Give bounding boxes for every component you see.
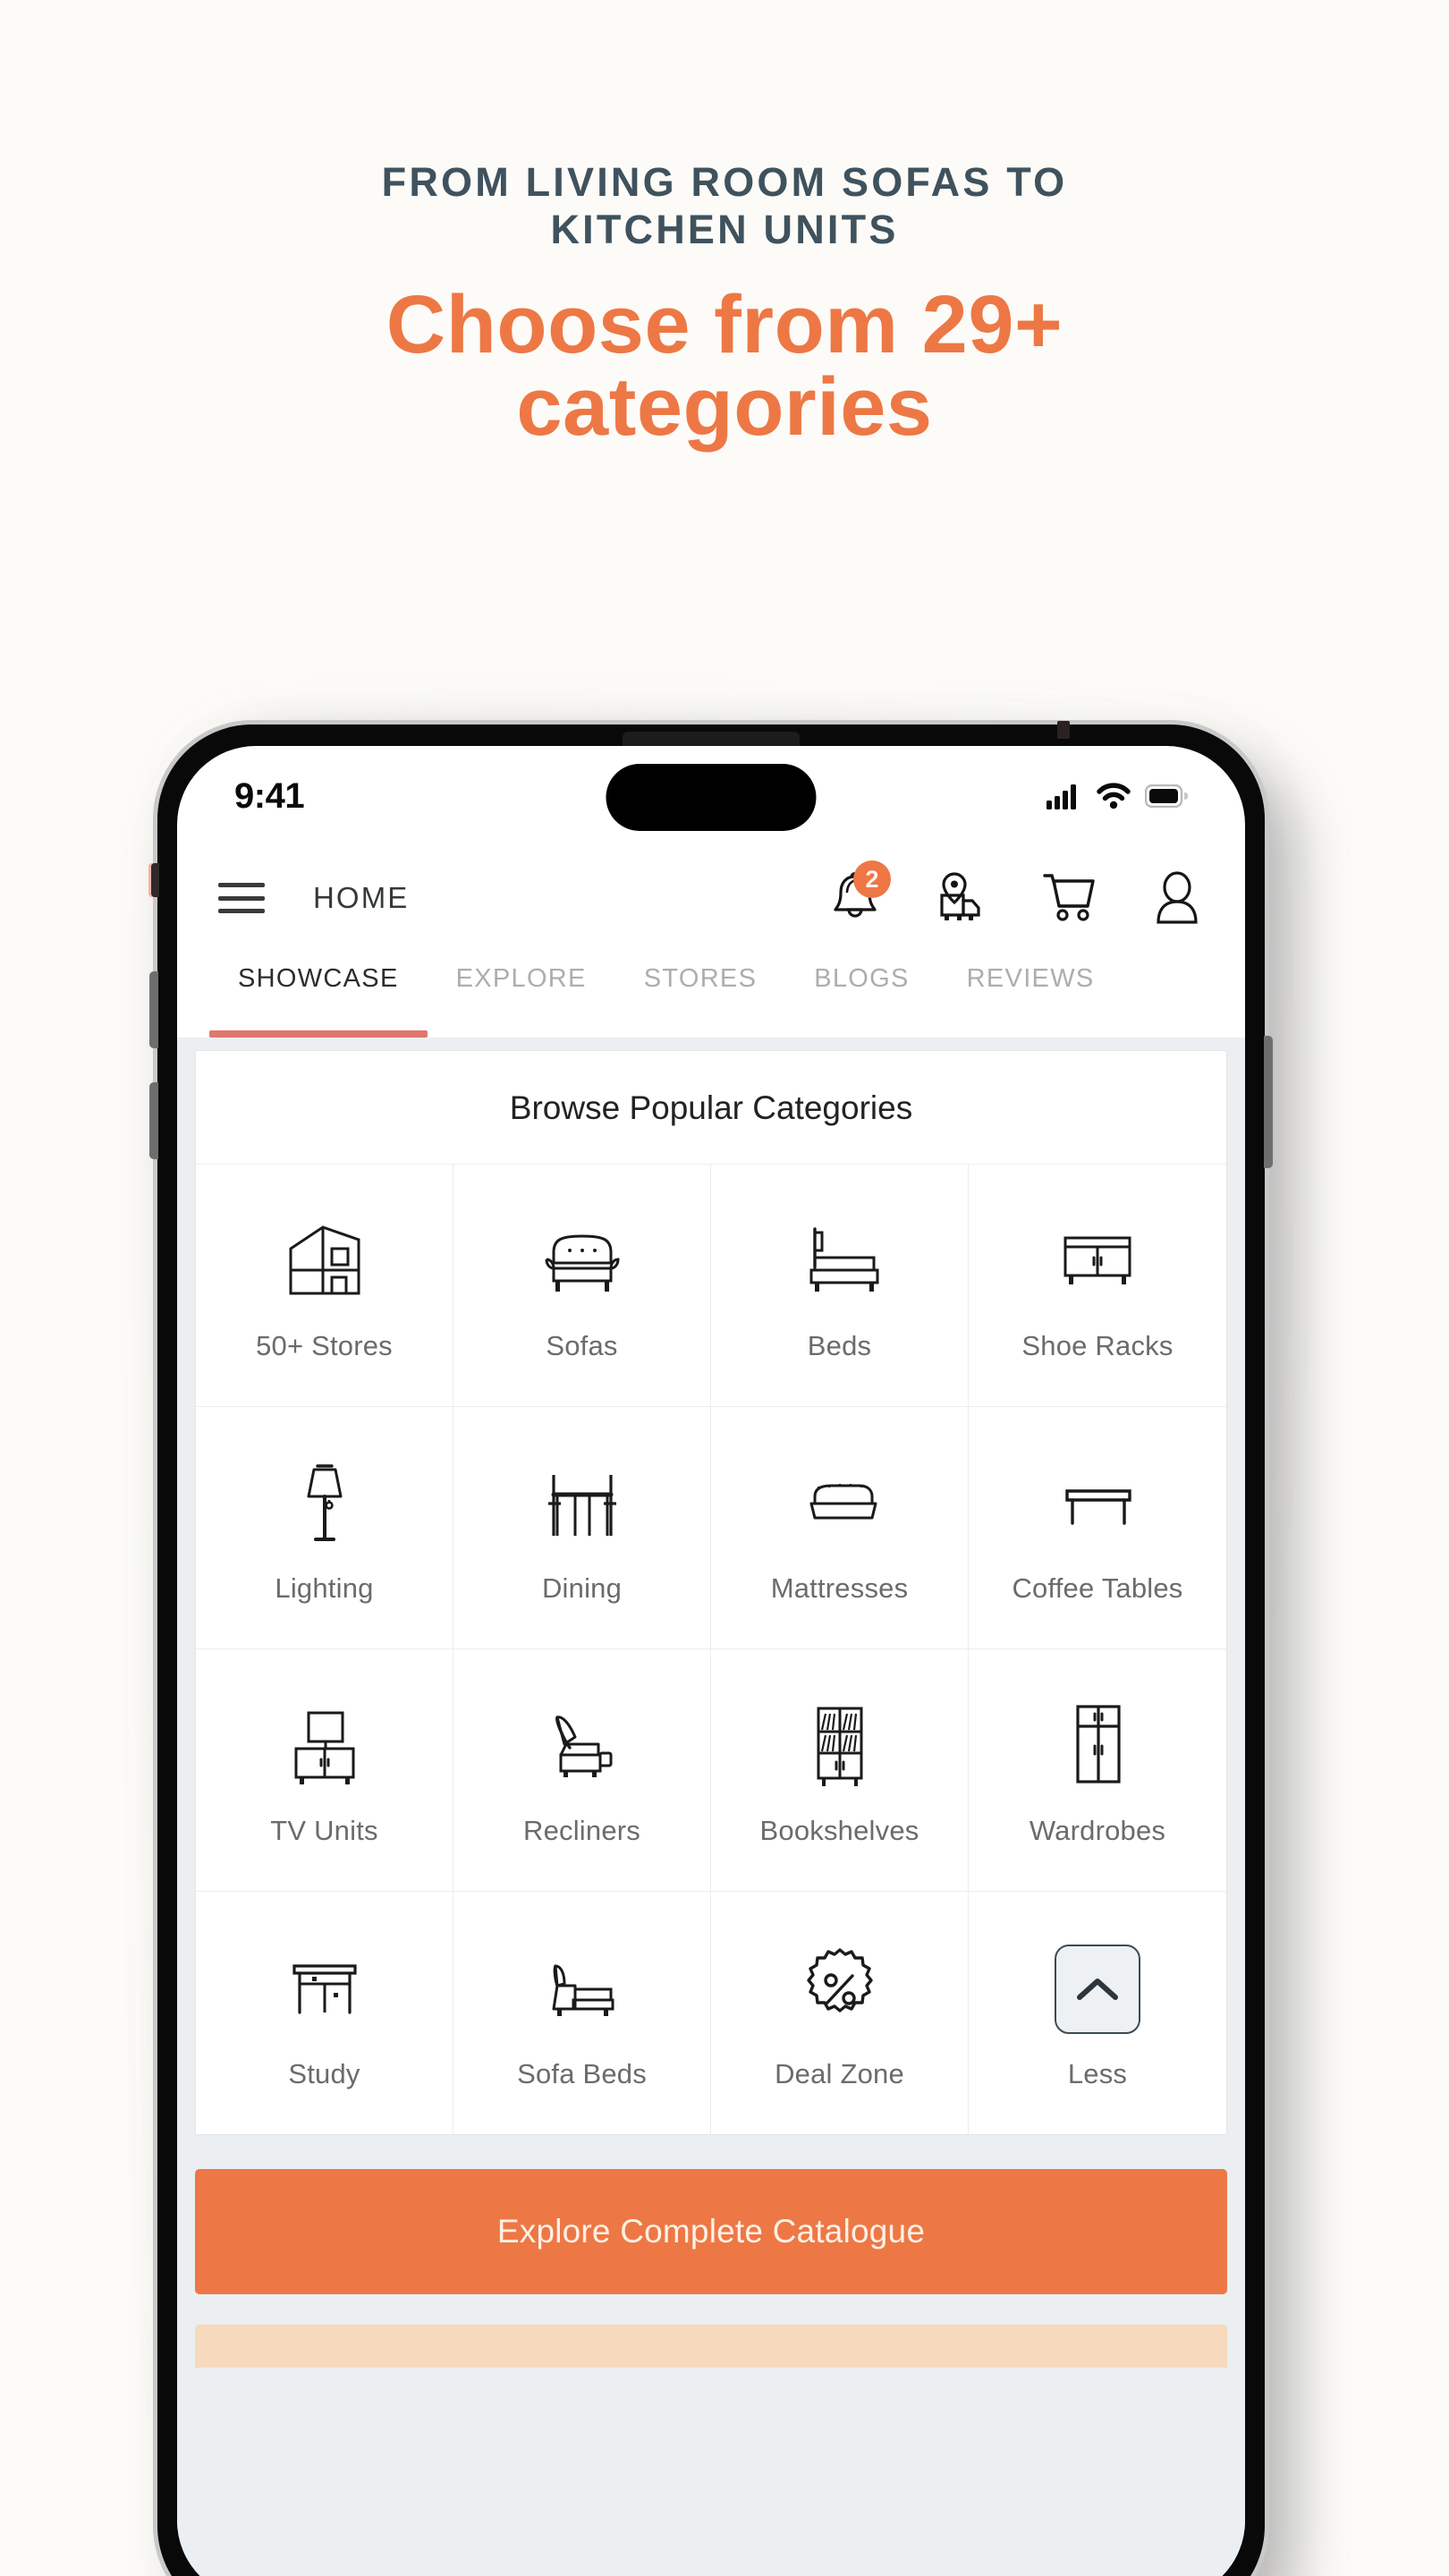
category-label: Sofas (546, 1330, 618, 1361)
category-label: Sofa Beds (517, 2057, 647, 2089)
phone-screen: 9:41 HOME 2 SHOWCASE EXPLORE STORES BLOG… (177, 746, 1245, 2576)
category-cell-study[interactable]: Study (196, 1892, 453, 2134)
category-cell-shoe-racks[interactable]: Shoe Racks (969, 1165, 1226, 1407)
wifi-icon (1097, 783, 1131, 809)
headline-line-2: categories (516, 361, 933, 453)
volume-up-button[interactable] (149, 971, 158, 1048)
category-label: Coffee Tables (1012, 1572, 1183, 1604)
bed-icon (792, 1208, 888, 1314)
tab-reviews[interactable]: REVIEWS (938, 955, 1123, 1038)
status-bar: 9:41 (177, 746, 1245, 846)
tab-showcase[interactable]: SHOWCASE (209, 955, 428, 1038)
silent-switch[interactable] (151, 863, 159, 897)
shoe-rack-cabinet-icon (1049, 1208, 1146, 1314)
study-desk-icon (276, 1936, 373, 2042)
store-building-icon (276, 1208, 373, 1314)
tab-blogs[interactable]: BLOGS (785, 955, 937, 1038)
eyebrow-text: FROM LIVING ROOM SOFAS TO KITCHEN UNITS (98, 159, 1351, 253)
app-header: HOME 2 (177, 846, 1245, 950)
track-order-button[interactable] (934, 869, 991, 927)
cart-button[interactable] (1041, 869, 1098, 927)
category-label: Mattresses (770, 1572, 909, 1604)
notifications-button[interactable]: 2 (826, 860, 891, 927)
category-cell-tv-units[interactable]: TV Units (196, 1649, 453, 1892)
category-cell-dining[interactable]: Dining (453, 1407, 711, 1649)
header-actions: 2 (826, 860, 1206, 927)
wardrobe-icon (1049, 1693, 1146, 1799)
battery-icon (1145, 784, 1188, 808)
promo-page: FROM LIVING ROOM SOFAS TO KITCHEN UNITS … (0, 0, 1449, 2576)
power-button[interactable] (1264, 1036, 1273, 1168)
sofa-bed-icon (534, 1936, 631, 2042)
category-label: Wardrobes (1029, 1815, 1166, 1846)
category-label: Recliners (522, 1815, 640, 1846)
coffee-table-icon (1049, 1451, 1146, 1556)
notification-badge: 2 (853, 860, 891, 898)
account-button[interactable] (1148, 869, 1206, 927)
popular-categories-card: Browse Popular Categories 50+ Stores Sof… (195, 1050, 1227, 2135)
category-label: Study (288, 2057, 360, 2089)
category-label: 50+ Stores (256, 1330, 393, 1361)
antenna-band (1057, 721, 1070, 739)
explore-catalogue-button[interactable]: Explore Complete Catalogue (195, 2169, 1227, 2294)
category-label: TV Units (270, 1815, 378, 1846)
marketing-headline: FROM LIVING ROOM SOFAS TO KITCHEN UNITS … (98, 159, 1351, 448)
bookshelf-icon (792, 1693, 888, 1799)
percent-badge-icon (793, 1936, 886, 2042)
status-time: 9:41 (234, 775, 305, 816)
phone-device-frame: 9:41 HOME 2 SHOWCASE EXPLORE STORES BLOG… (149, 721, 1273, 2576)
category-grid: 50+ Stores Sofas Beds Shoe Racks Lightin… (196, 1165, 1226, 2134)
dynamic-island (606, 764, 817, 831)
headline-text: Choose from 29+ categories (98, 284, 1351, 448)
less-toggle-button[interactable] (1055, 1936, 1140, 2042)
tab-stores[interactable]: STORES (615, 955, 786, 1038)
volume-down-button[interactable] (149, 1082, 158, 1159)
shopping-cart-icon (1041, 870, 1098, 926)
tab-explore[interactable]: EXPLORE (428, 955, 615, 1038)
tv-unit-icon (276, 1693, 373, 1799)
category-cell-coffee-tables[interactable]: Coffee Tables (969, 1407, 1226, 1649)
dining-table-icon (534, 1451, 631, 1556)
category-cell-wardrobes[interactable]: Wardrobes (969, 1649, 1226, 1892)
category-label: Bookshelves (759, 1815, 919, 1846)
category-cell-bookshelves[interactable]: Bookshelves (711, 1649, 969, 1892)
chevron-up-icon (1055, 1944, 1140, 2034)
promo-strip[interactable] (195, 2325, 1227, 2368)
eyebrow-line-2: KITCHEN UNITS (550, 206, 899, 252)
category-label: Shoe Racks (1021, 1330, 1174, 1361)
category-cell-stores[interactable]: 50+ Stores (196, 1165, 453, 1407)
category-cell-lighting[interactable]: Lighting (196, 1407, 453, 1649)
floor-lamp-icon (276, 1451, 373, 1556)
categories-card-title: Browse Popular Categories (196, 1051, 1226, 1165)
signal-bars-icon (1046, 783, 1082, 809)
category-label: Beds (807, 1330, 872, 1361)
status-indicators (1046, 783, 1188, 809)
category-cell-recliners[interactable]: Recliners (453, 1649, 711, 1892)
eyebrow-line-1: FROM LIVING ROOM SOFAS TO (381, 159, 1068, 205)
recliner-chair-icon (534, 1693, 631, 1799)
headline-line-1: Choose from 29+ (386, 279, 1063, 371)
category-label: Less (1067, 2057, 1128, 2089)
sofa-icon (534, 1208, 631, 1314)
mattress-icon (792, 1451, 888, 1556)
hamburger-menu-icon[interactable] (218, 883, 265, 913)
page-title: HOME (313, 881, 410, 914)
delivery-truck-location-icon (933, 870, 992, 926)
user-account-icon (1150, 870, 1204, 926)
category-cell-sofas[interactable]: Sofas (453, 1165, 711, 1407)
category-cell-deal-zone[interactable]: Deal Zone (711, 1892, 969, 2134)
category-cell-sofa-beds[interactable]: Sofa Beds (453, 1892, 711, 2134)
category-cell-less[interactable]: Less (969, 1892, 1226, 2134)
category-cell-mattresses[interactable]: Mattresses (711, 1407, 969, 1649)
category-cell-beds[interactable]: Beds (711, 1165, 969, 1407)
category-label: Dining (541, 1572, 623, 1604)
category-label: Deal Zone (775, 2057, 904, 2089)
cta-container: Explore Complete Catalogue (195, 2135, 1227, 2325)
category-label: Lighting (275, 1572, 374, 1604)
content-scroll-area[interactable]: Browse Popular Categories 50+ Stores Sof… (177, 1038, 1245, 2576)
tab-bar: SHOWCASE EXPLORE STORES BLOGS REVIEWS (177, 950, 1245, 1038)
